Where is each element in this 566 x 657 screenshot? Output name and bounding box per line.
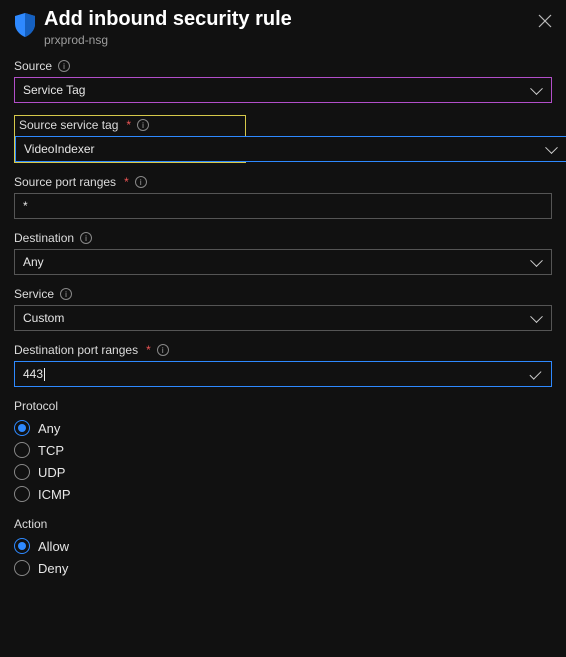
radio-icon [14,486,30,502]
source-service-tag-label: Source service tag [19,118,118,132]
service-dropdown[interactable]: Custom [14,305,552,331]
radio-label: Allow [38,539,69,554]
radio-label: ICMP [38,487,71,502]
radio-icon [14,538,30,554]
source-dropdown[interactable]: Service Tag [14,77,552,103]
protocol-option-icmp[interactable]: ICMP [14,483,552,505]
required-asterisk: * [126,118,131,132]
radio-icon [14,560,30,576]
info-icon[interactable]: i [135,176,147,188]
close-icon[interactable] [538,14,552,28]
radio-label: Deny [38,561,68,576]
protocol-radio-group: Any TCP UDP ICMP [14,417,552,505]
source-service-tag-value: VideoIndexer [24,142,95,156]
source-port-ranges-input[interactable]: * [14,193,552,219]
radio-label: Any [38,421,60,436]
destination-port-ranges-value: 443 [23,367,45,381]
protocol-option-tcp[interactable]: TCP [14,439,552,461]
source-port-ranges-field: Source port ranges * i * [14,175,552,219]
protocol-option-any[interactable]: Any [14,417,552,439]
panel-title: Add inbound security rule [44,8,530,31]
source-label: Source [14,59,52,73]
info-icon[interactable]: i [157,344,169,356]
source-value: Service Tag [23,83,85,97]
info-icon[interactable]: i [137,119,149,131]
protocol-field: Protocol Any TCP UDP ICMP [14,399,552,505]
destination-value: Any [23,255,44,269]
source-service-tag-field: Source service tag * i VideoIndexer [14,115,552,163]
action-radio-group: Allow Deny [14,535,552,579]
highlight-box: Source service tag * i VideoIndexer [14,115,246,163]
action-option-deny[interactable]: Deny [14,557,552,579]
destination-port-ranges-input[interactable]: 443 [14,361,552,387]
info-icon[interactable]: i [80,232,92,244]
source-port-ranges-value: * [23,199,28,213]
destination-field: Destination i Any [14,231,552,275]
info-icon[interactable]: i [58,60,70,72]
protocol-option-udp[interactable]: UDP [14,461,552,483]
protocol-label: Protocol [14,399,58,413]
destination-port-ranges-field: Destination port ranges * i 443 [14,343,552,387]
radio-label: TCP [38,443,64,458]
radio-label: UDP [38,465,65,480]
action-field: Action Allow Deny [14,517,552,579]
radio-icon [14,464,30,480]
panel-subtitle: prxprod-nsg [44,33,530,47]
action-option-allow[interactable]: Allow [14,535,552,557]
destination-dropdown[interactable]: Any [14,249,552,275]
source-port-ranges-label: Source port ranges [14,175,116,189]
source-field: Source i Service Tag [14,59,552,103]
panel-header: Add inbound security rule prxprod-nsg [14,8,552,47]
service-label: Service [14,287,54,301]
action-label: Action [14,517,47,531]
required-asterisk: * [146,343,151,357]
service-field: Service i Custom [14,287,552,331]
destination-label: Destination [14,231,74,245]
required-asterisk: * [124,175,129,189]
radio-icon [14,442,30,458]
info-icon[interactable]: i [60,288,72,300]
shield-icon [14,12,36,41]
radio-icon [14,420,30,436]
service-value: Custom [23,311,64,325]
source-service-tag-dropdown[interactable]: VideoIndexer [15,136,566,162]
destination-port-ranges-label: Destination port ranges [14,343,138,357]
